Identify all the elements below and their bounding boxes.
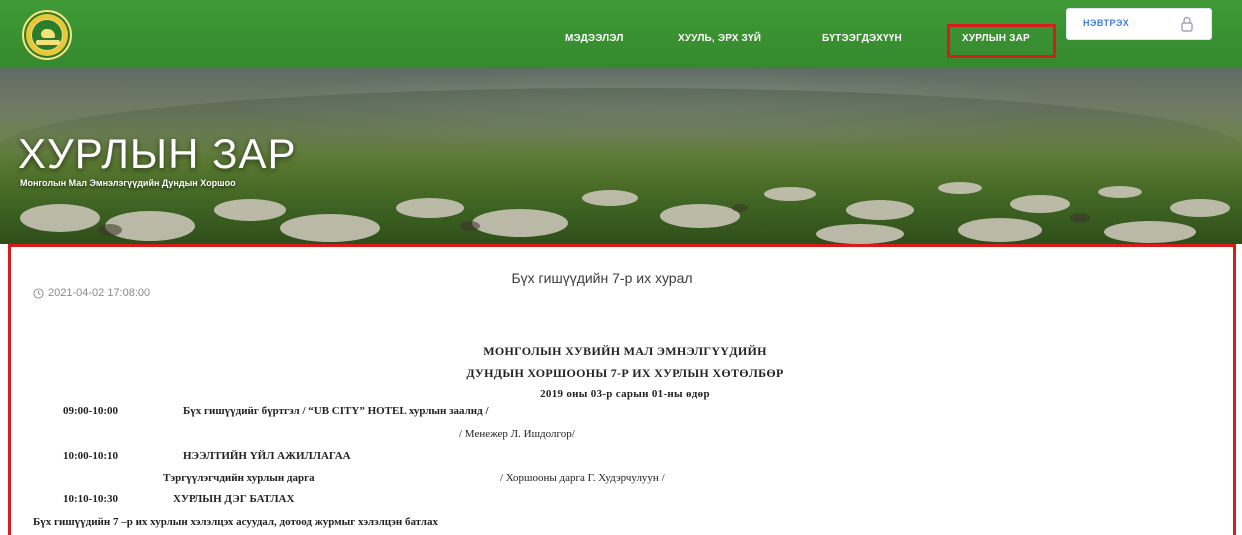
login-label: НЭВТРЭХ — [1083, 18, 1130, 28]
notice-date-text: 2021-04-02 17:08:00 — [48, 287, 151, 299]
schedule-item: ХУРЛЫН ДЭГ БАТЛАХ — [173, 493, 295, 505]
schedule-person: / Менежер Л. Ишдолгор/ — [459, 428, 575, 440]
notice-date: 2021-04-02 17:08:00 — [33, 287, 150, 299]
page-subtitle: Монголын Мал Эмнэлэгүүдийн Дундын Хоршоо — [20, 178, 236, 188]
login-button[interactable]: НЭВТРЭХ — [1066, 8, 1212, 40]
horse-icon — [41, 29, 55, 38]
nav-item-products[interactable]: БҮТЭЭГДЭХҮҮН — [822, 33, 902, 44]
page-title: ХУРЛЫН ЗАР — [18, 130, 297, 177]
lock-icon — [1181, 16, 1193, 32]
schedule-role: Тэргүүлэгчдийн хурлын дарга — [163, 472, 315, 484]
document-heading-1: МОНГОЛЫН ХУВИЙН МАЛ ЭМНЭЛГҮҮДИЙН — [483, 344, 767, 358]
notice-title: Бүх гишүүдийн 7-р их хурал — [511, 270, 693, 286]
nav-item-law[interactable]: ХУУЛЬ, ЭРХ ЗҮЙ — [678, 33, 761, 44]
logo-ribbon — [36, 40, 60, 45]
schedule-item: Бүх гишүүдийг бүртгэл / “UB CITY” HOTEL … — [183, 405, 489, 417]
schedule-time: 10:00-10:10 — [63, 450, 118, 462]
schedule-time: 09:00-10:00 — [63, 405, 118, 417]
clock-icon — [33, 287, 44, 299]
schedule-item: НЭЭЛТИЙН ҮЙЛ АЖИЛЛАГАА — [183, 450, 351, 462]
organization-logo[interactable] — [22, 10, 72, 60]
schedule-description: Бүх гишүүдийн 7 –р их хурлын хэлэлцэх ас… — [33, 516, 438, 528]
hero-banner: ХУРЛЫН ЗАР Монголын Мал Эмнэлэгүүдийн Ду… — [0, 68, 1242, 244]
schedule-person: / Хоршооны дарга Г. Худэрчулуун / — [500, 472, 665, 484]
nav-item-news[interactable]: МЭДЭЭЛЭЛ — [565, 33, 624, 44]
logo-emblem — [31, 19, 63, 51]
notice-content-panel: Бүх гишүүдийн 7-р их хурал 2021-04-02 17… — [8, 244, 1236, 535]
document-date: 2019 оны 03-р сарын 01-ны өдөр — [540, 388, 710, 400]
document-heading-2: ДУНДЫН ХОРШООНЫ 7-Р ИХ ХУРЛЫН ХӨТӨЛБӨР — [466, 366, 784, 380]
top-navigation-bar: МЭДЭЭЛЭЛ ХУУЛЬ, ЭРХ ЗҮЙ БҮТЭЭГДЭХҮҮН ХУР… — [0, 0, 1242, 68]
active-nav-highlight — [947, 24, 1056, 58]
schedule-time: 10:10-10:30 — [63, 493, 118, 505]
